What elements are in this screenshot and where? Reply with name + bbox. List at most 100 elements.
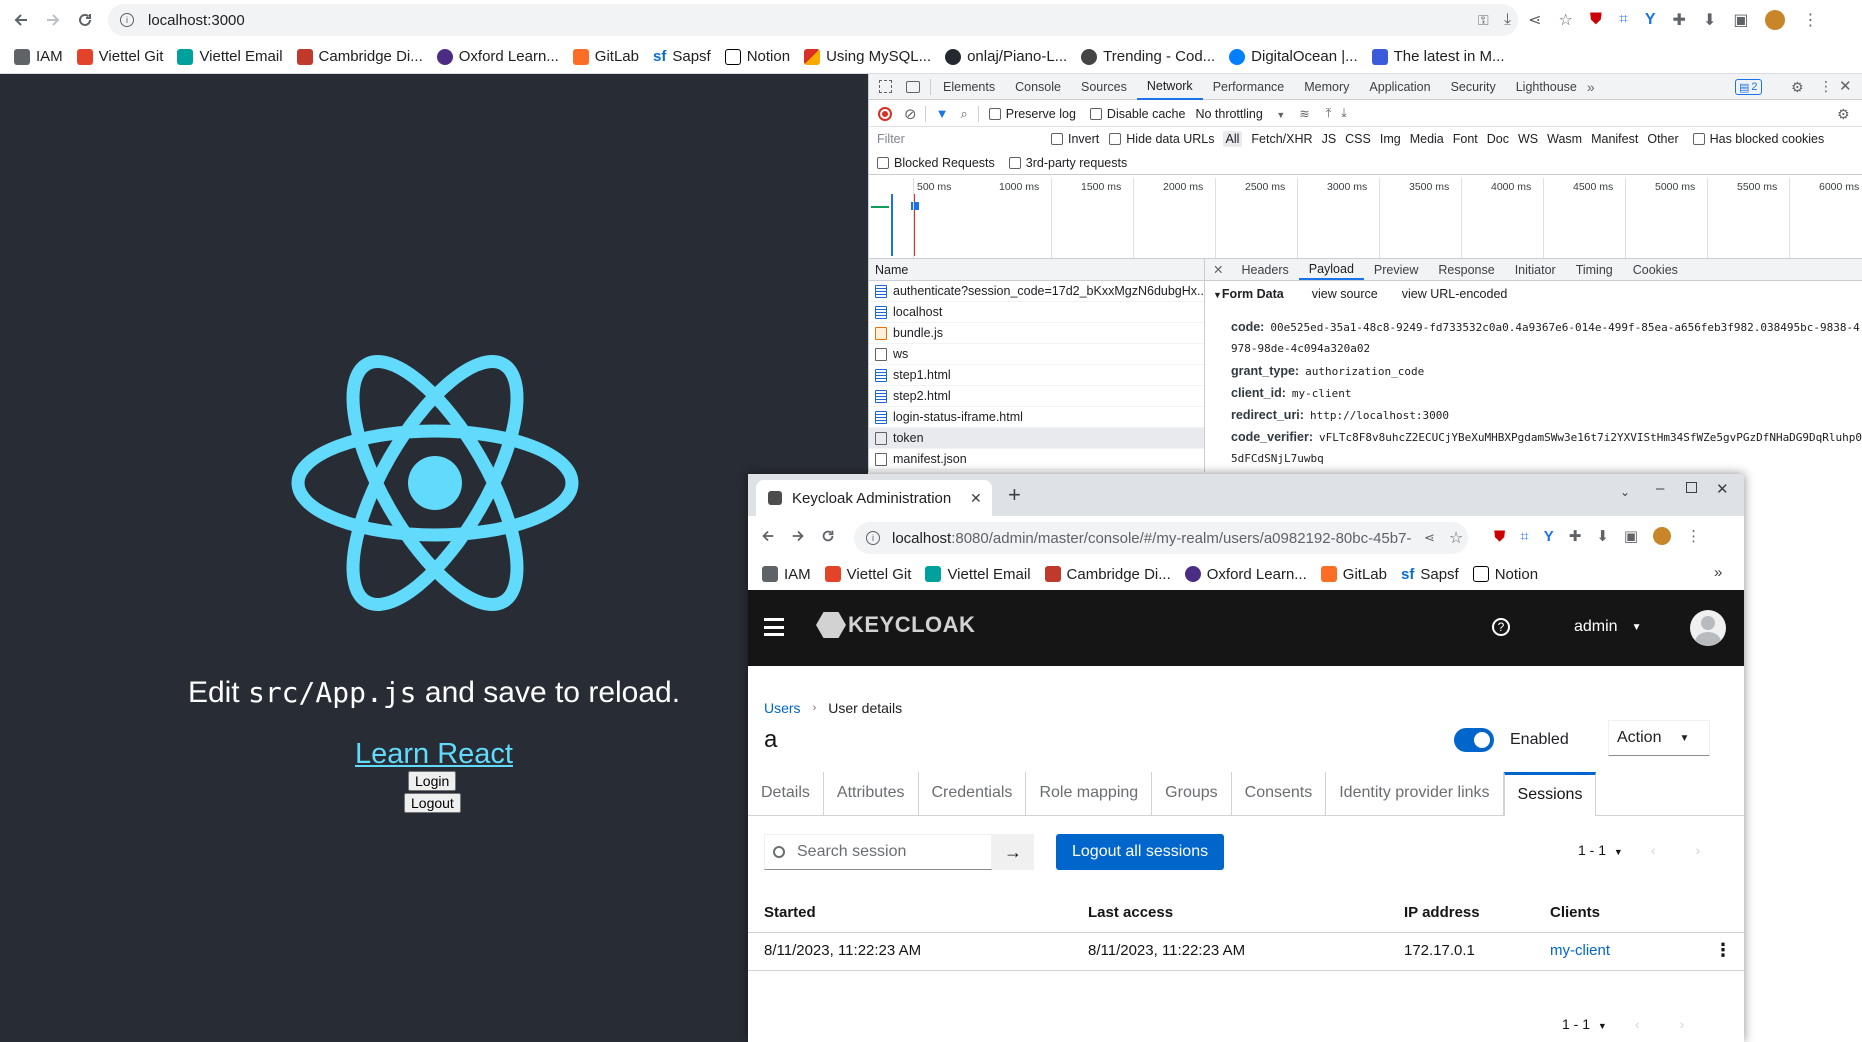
sidepanel-icon[interactable]: ▣ <box>1624 527 1638 545</box>
request-row[interactable]: step2.html <box>869 386 1204 407</box>
bookmark-mysql[interactable]: Using MySQL... <box>804 48 931 65</box>
tab-cookies[interactable]: Cookies <box>1623 263 1688 277</box>
tab-details[interactable]: Details <box>748 771 824 816</box>
row-kebab-icon[interactable]: ⋮ <box>1714 940 1732 961</box>
more-tabs-icon[interactable]: » <box>1587 79 1595 95</box>
kc-address-bar[interactable]: i localhost:8080/admin/master/console/#/… <box>854 522 1468 554</box>
download-icon[interactable]: ⬇ <box>1703 10 1716 30</box>
tab-headers[interactable]: Headers <box>1231 263 1298 277</box>
filter-media[interactable]: Media <box>1410 132 1444 146</box>
tab-payload[interactable]: Payload <box>1298 259 1364 280</box>
export-icon[interactable]: ⤓ <box>1341 106 1347 121</box>
cell-client-link[interactable]: my-client <box>1550 942 1610 959</box>
breadcrumb-users[interactable]: Users <box>764 700 801 716</box>
tab-groups[interactable]: Groups <box>1152 771 1232 816</box>
maximize-icon[interactable] <box>1686 482 1697 493</box>
minimize-icon[interactable]: – <box>1656 480 1664 497</box>
forward-button[interactable] <box>44 11 62 29</box>
close-devtools-icon[interactable]: ✕ <box>1839 77 1852 95</box>
tab-memory[interactable]: Memory <box>1294 80 1359 94</box>
kc-browser-tab[interactable]: Keycloak Administration ✕ <box>756 480 992 516</box>
bookmark-digitalocean[interactable]: DigitalOcean |... <box>1229 48 1358 65</box>
sidepanel-icon[interactable]: ▣ <box>1733 10 1748 30</box>
bookmark-notion[interactable]: Notion <box>724 48 790 65</box>
reload-button[interactable] <box>820 528 836 544</box>
bookmark-viettel-email[interactable]: Viettel Email <box>177 48 283 65</box>
tab-sessions[interactable]: Sessions <box>1503 771 1597 816</box>
ublock-icon[interactable]: ⛊ <box>1590 11 1602 29</box>
request-row[interactable]: step1.html <box>869 365 1204 386</box>
filter-wasm[interactable]: Wasm <box>1547 132 1582 146</box>
help-icon[interactable]: ? <box>1492 618 1510 636</box>
clear-icon[interactable]: ⊘ <box>904 105 917 123</box>
search-icon[interactable]: ⌕ <box>960 106 967 122</box>
bookmark-viettel-email[interactable]: Viettel Email <box>925 566 1031 583</box>
col-started[interactable]: Started <box>764 904 816 921</box>
bookmark-notion[interactable]: Notion <box>1472 566 1538 583</box>
request-row[interactable]: ws <box>869 344 1204 365</box>
tab-console[interactable]: Console <box>1005 80 1071 94</box>
filter-ws[interactable]: WS <box>1518 132 1538 146</box>
device-icon[interactable] <box>906 80 920 93</box>
tab-elements[interactable]: Elements <box>933 80 1005 94</box>
bookmark-oxford[interactable]: Oxford Learn... <box>436 48 559 65</box>
bookmark-latest[interactable]: The latest in M... <box>1371 48 1505 65</box>
request-row[interactable]: login-status-iframe.html <box>869 407 1204 428</box>
key-icon[interactable]: ⚿ <box>1478 12 1489 29</box>
learn-react-link[interactable]: Learn React <box>0 738 868 771</box>
tab-sources[interactable]: Sources <box>1071 80 1137 94</box>
close-window-icon[interactable]: ✕ <box>1716 480 1729 498</box>
request-row[interactable]: localhost <box>869 302 1204 323</box>
view-url-encoded-link[interactable]: view URL-encoded <box>1402 287 1508 301</box>
puzzle-icon[interactable]: ✚ <box>1673 10 1686 30</box>
third-party-checkbox[interactable]: 3rd-party requests <box>1008 156 1127 170</box>
new-tab-icon[interactable]: + <box>1008 482 1021 508</box>
form-data-toggle[interactable]: ▼Form Data <box>1213 287 1284 301</box>
extension-v-icon[interactable]: Y <box>1544 528 1554 545</box>
search-session-input[interactable]: Search session <box>764 834 992 870</box>
request-row[interactable]: token <box>869 428 1204 449</box>
filter-manifest[interactable]: Manifest <box>1591 132 1638 146</box>
tab-timing[interactable]: Timing <box>1566 263 1623 277</box>
bookmark-sapsf[interactable]: sf Sapsf <box>653 48 711 65</box>
tab-response[interactable]: Response <box>1428 263 1504 277</box>
next-page-icon[interactable]: › <box>1696 842 1701 858</box>
star-icon[interactable]: ☆ <box>1449 528 1463 548</box>
prev-page-icon[interactable]: ‹ <box>1651 842 1656 858</box>
reload-button[interactable] <box>76 11 94 29</box>
request-row[interactable]: authenticate?session_code=17d2_bKxxMgzN6… <box>869 281 1204 302</box>
filter-other[interactable]: Other <box>1647 132 1678 146</box>
name-column-header[interactable]: Name <box>869 259 1204 281</box>
menu-icon[interactable]: ⋮ <box>1686 527 1701 545</box>
view-source-link[interactable]: view source <box>1312 287 1378 301</box>
back-button[interactable] <box>12 11 30 29</box>
menu-icon[interactable]: ⋮ <box>1802 10 1818 30</box>
inspect-icon[interactable] <box>879 80 892 93</box>
request-row[interactable]: bundle.js <box>869 323 1204 344</box>
next-page-icon[interactable]: › <box>1680 1016 1685 1032</box>
bookmarks-overflow-icon[interactable]: » <box>1714 564 1722 581</box>
user-avatar[interactable] <box>1690 610 1726 646</box>
close-tab-icon[interactable]: ✕ <box>970 490 982 507</box>
share-icon[interactable]: ⋖ <box>1424 530 1435 546</box>
tab-performance[interactable]: Performance <box>1203 80 1295 94</box>
bookmark-piano[interactable]: onlaj/Piano-L... <box>945 48 1067 65</box>
user-menu[interactable]: admin ▼ <box>1574 618 1641 636</box>
devtools-menu-icon[interactable]: ⋮ <box>1819 78 1833 95</box>
ublock-icon[interactable]: ⛊ <box>1494 528 1505 545</box>
bookmark-iam[interactable]: IAM <box>14 48 63 65</box>
tab-lighthouse[interactable]: Lighthouse <box>1506 80 1587 94</box>
enabled-switch[interactable]: Enabled <box>1454 728 1569 752</box>
import-icon[interactable]: ⤒ <box>1326 106 1332 121</box>
issues-badge[interactable]: ▤ 2 <box>1735 79 1762 95</box>
tab-attributes[interactable]: Attributes <box>823 771 919 816</box>
blocked-requests-checkbox[interactable]: Blocked Requests <box>877 156 995 170</box>
login-button[interactable]: Login <box>408 771 457 791</box>
filter-icon[interactable]: ▼ <box>936 106 949 121</box>
has-blocked-cookies-checkbox[interactable]: Has blocked cookies <box>1692 132 1824 146</box>
tab-consents[interactable]: Consents <box>1231 771 1327 816</box>
tab-security[interactable]: Security <box>1441 80 1506 94</box>
tab-application[interactable]: Application <box>1359 80 1440 94</box>
settings-icon[interactable]: ⚙ <box>1791 79 1804 96</box>
download-icon[interactable]: ⬇ <box>1596 527 1609 545</box>
